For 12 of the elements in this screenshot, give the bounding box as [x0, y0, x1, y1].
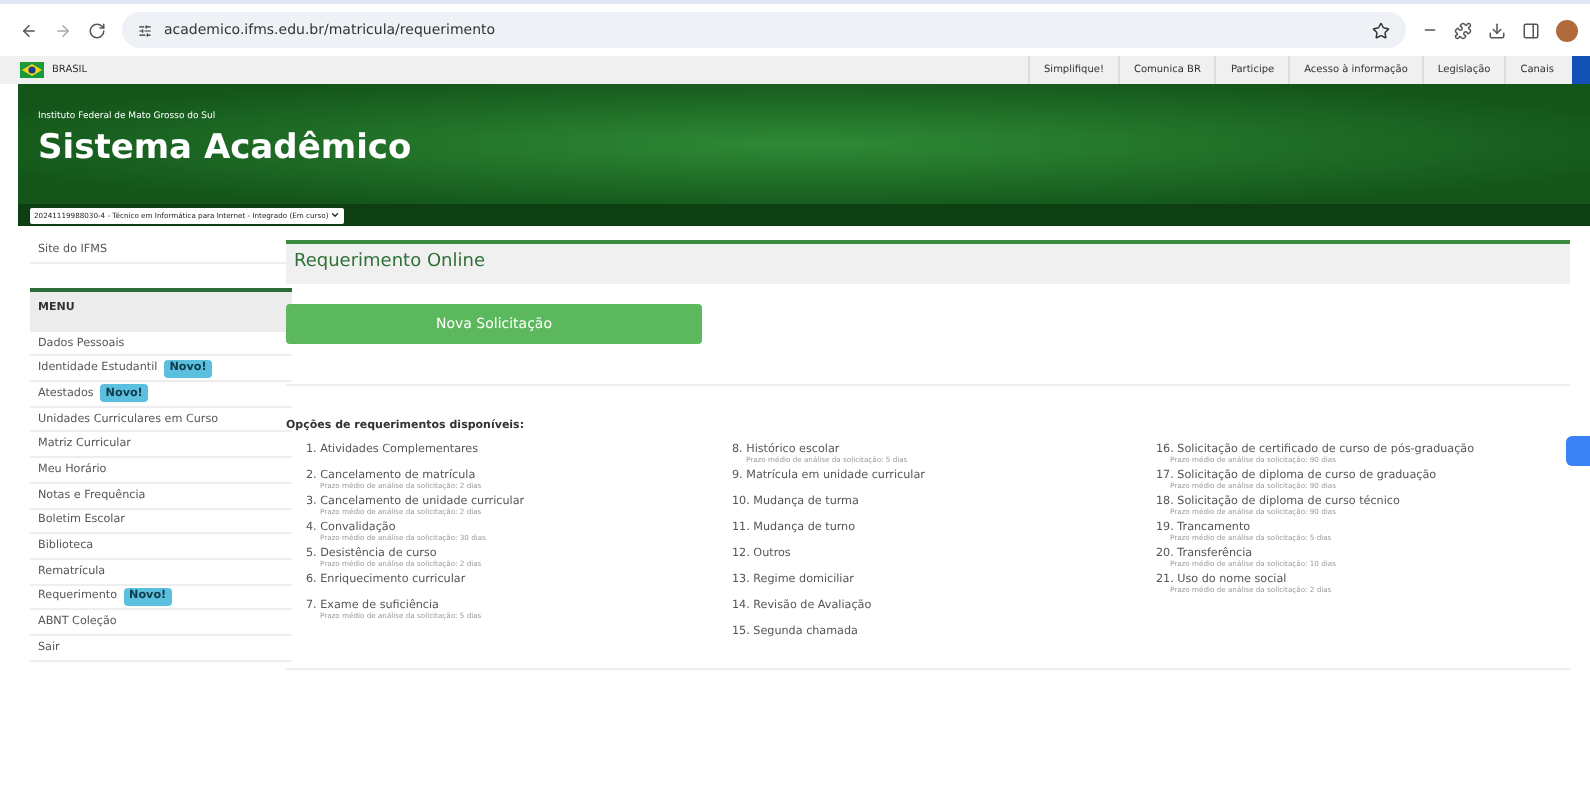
- site-settings-icon[interactable]: [138, 23, 152, 37]
- flag-icon: [20, 62, 44, 78]
- profile-avatar[interactable]: [1556, 19, 1578, 41]
- bookmark-icon[interactable]: [1372, 21, 1390, 39]
- page-title: Requerimento Online: [286, 240, 1570, 284]
- dropdown-caret-icon: [330, 210, 341, 220]
- system-title: Sistema Acadêmico: [38, 128, 414, 168]
- extensions-icon[interactable]: [1454, 21, 1472, 39]
- reload-icon[interactable]: [88, 21, 106, 39]
- download-icon[interactable]: [1488, 21, 1506, 39]
- side-panel-icon[interactable]: [1522, 21, 1540, 39]
- back-icon[interactable]: [20, 21, 38, 39]
